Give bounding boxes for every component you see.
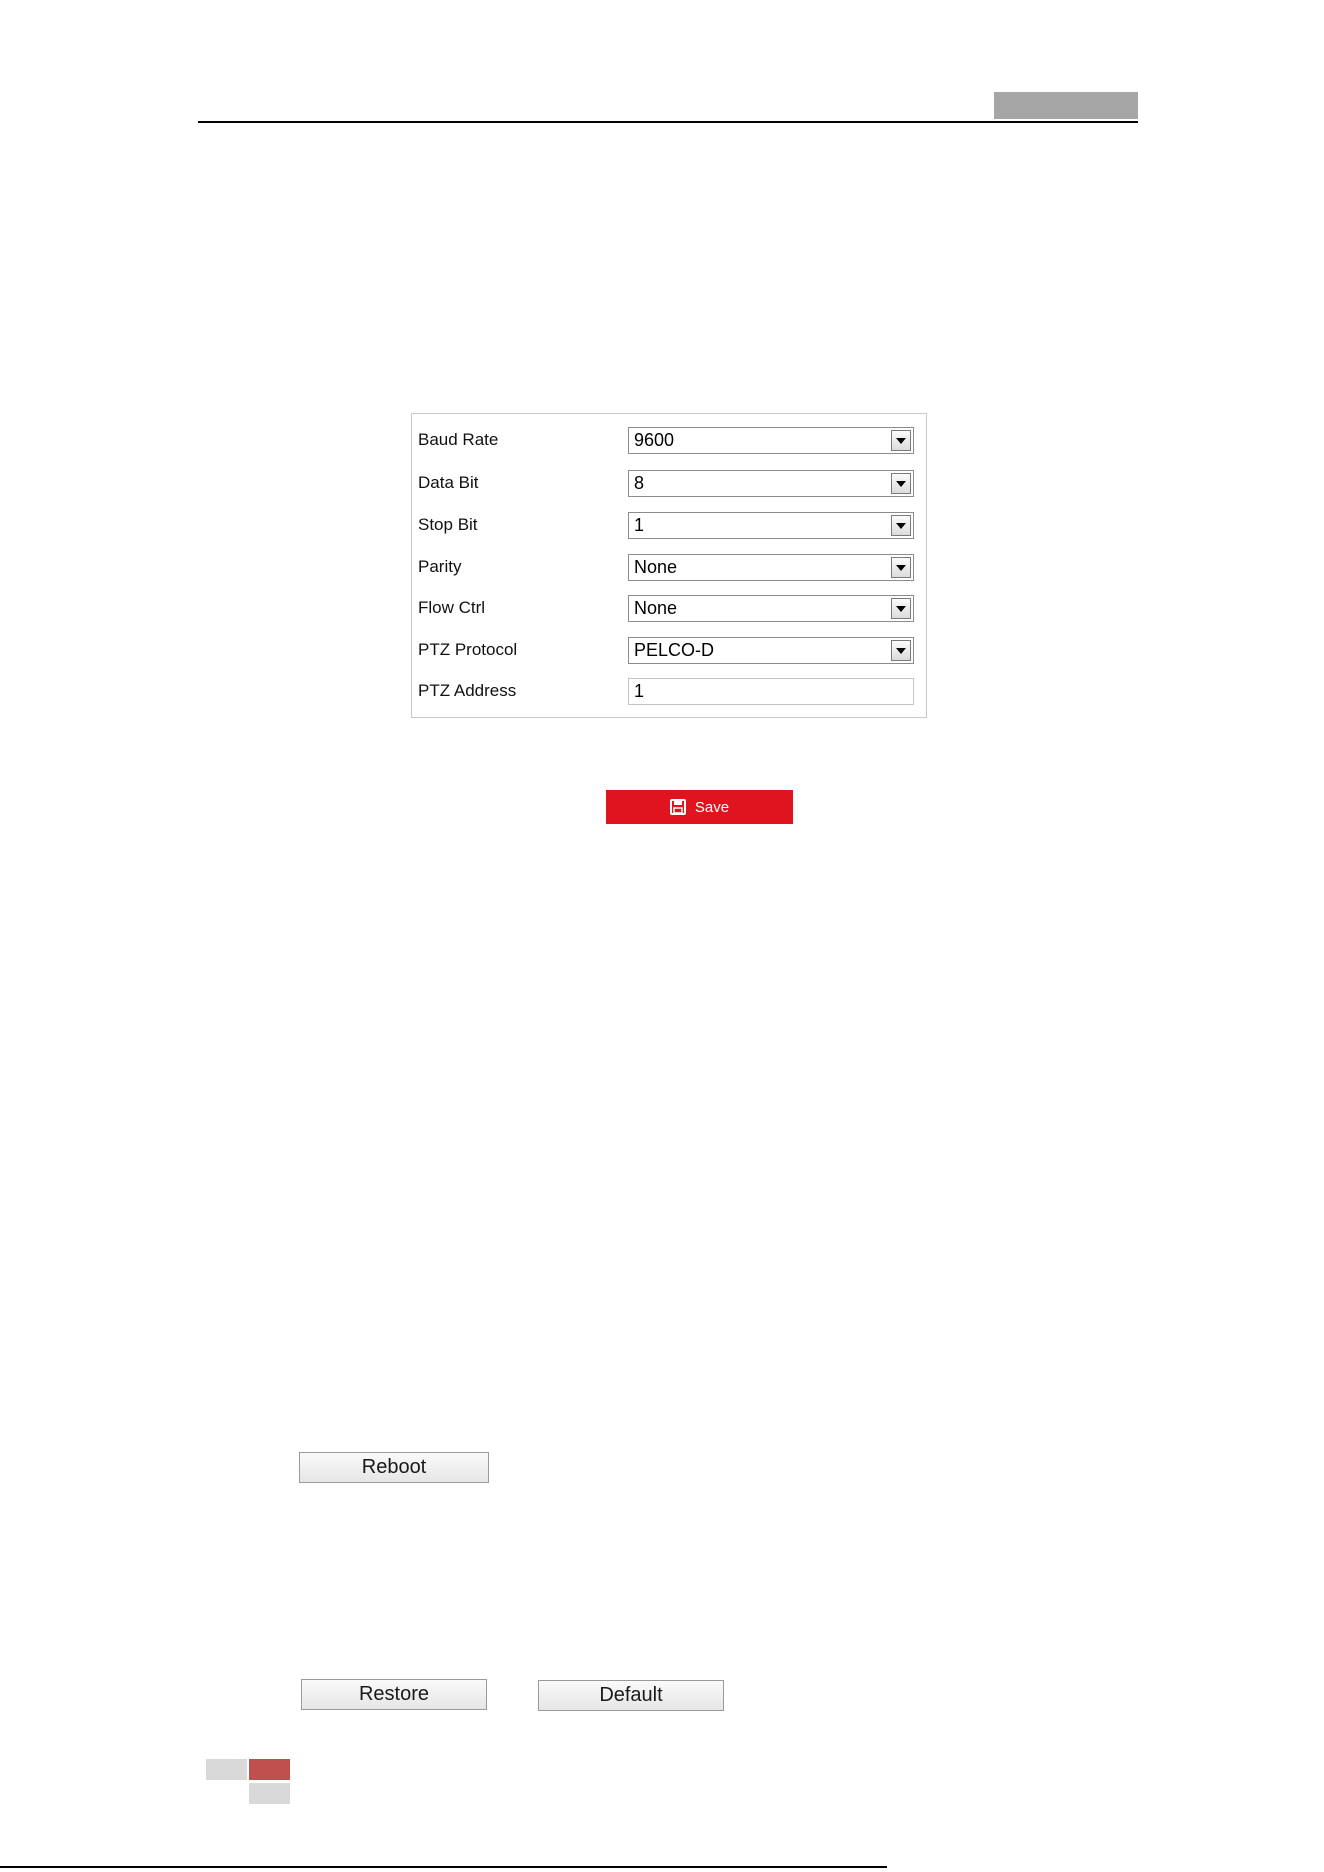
footer-deco-red [249, 1759, 290, 1780]
stop-bit-label: Stop Bit [418, 515, 478, 534]
header-tab [994, 92, 1138, 119]
baud-rate-select[interactable]: 9600 [628, 427, 914, 454]
chevron-down-icon[interactable] [891, 640, 911, 661]
parity-row: Parity None [412, 546, 926, 588]
chevron-down-icon[interactable] [891, 557, 911, 578]
footer-deco-gray-lower [249, 1783, 290, 1804]
serial-settings-panel: Baud Rate 9600 Data Bit 8 Stop Bit 1 Par… [411, 413, 927, 718]
default-button[interactable]: Default [538, 1680, 724, 1711]
baud-rate-row: Baud Rate 9600 [412, 419, 926, 461]
reboot-button[interactable]: Reboot [299, 1452, 489, 1483]
flow-ctrl-row: Flow Ctrl None [412, 587, 926, 629]
footer-deco-gray [206, 1759, 247, 1780]
ptz-protocol-select[interactable]: PELCO-D [628, 637, 914, 664]
ptz-protocol-row: PTZ Protocol PELCO-D [412, 629, 926, 671]
ptz-address-value: 1 [634, 681, 645, 701]
baud-rate-value: 9600 [634, 430, 675, 450]
stop-bit-select[interactable]: 1 [628, 512, 914, 539]
ptz-address-row: PTZ Address 1 [412, 670, 926, 712]
flow-ctrl-value: None [634, 598, 678, 618]
header-rule [198, 121, 1138, 123]
save-button[interactable]: Save [606, 790, 793, 824]
data-bit-value: 8 [634, 473, 645, 493]
restore-button[interactable]: Restore [301, 1679, 487, 1710]
data-bit-select[interactable]: 8 [628, 470, 914, 497]
save-icon [669, 799, 686, 815]
ptz-address-input[interactable]: 1 [628, 678, 914, 705]
chevron-down-icon[interactable] [891, 430, 911, 451]
footer-rule [0, 1866, 887, 1868]
baud-rate-label: Baud Rate [418, 430, 499, 449]
ptz-address-label: PTZ Address [418, 681, 517, 700]
chevron-down-icon[interactable] [891, 515, 911, 536]
data-bit-label: Data Bit [418, 473, 479, 492]
parity-value: None [634, 557, 678, 577]
save-label: Save [694, 798, 730, 816]
stop-bit-row: Stop Bit 1 [412, 504, 926, 546]
ptz-protocol-label: PTZ Protocol [418, 640, 518, 659]
stop-bit-value: 1 [634, 515, 645, 535]
flow-ctrl-select[interactable]: None [628, 595, 914, 622]
flow-ctrl-label: Flow Ctrl [418, 598, 486, 617]
data-bit-row: Data Bit 8 [412, 462, 926, 504]
ptz-protocol-value: PELCO-D [634, 640, 715, 660]
parity-label: Parity [418, 557, 462, 576]
parity-select[interactable]: None [628, 554, 914, 581]
chevron-down-icon[interactable] [891, 473, 911, 494]
chevron-down-icon[interactable] [891, 598, 911, 619]
